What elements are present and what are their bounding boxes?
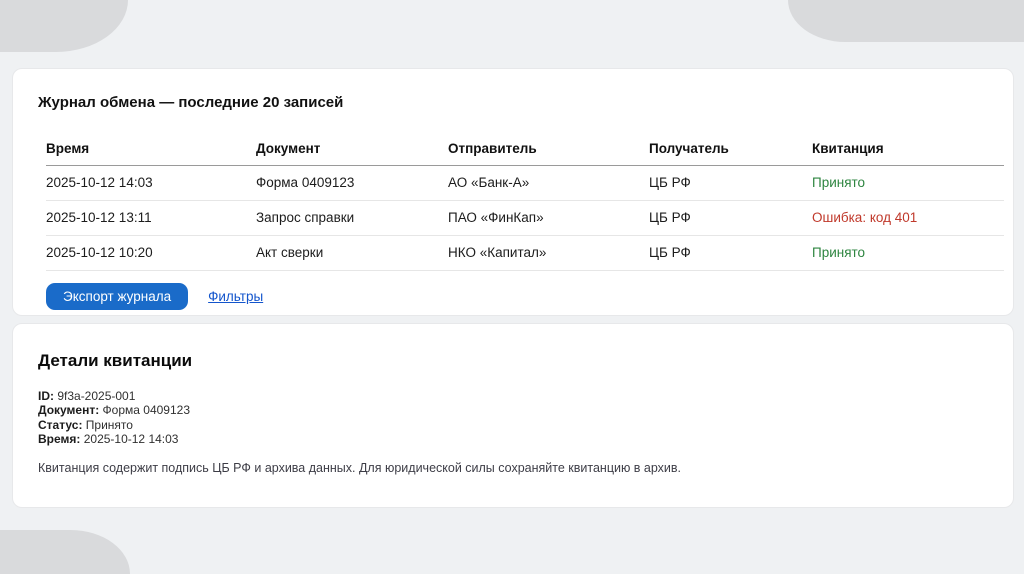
receipt-status-cell: Принято xyxy=(812,165,1004,201)
column-header-3: Отправитель xyxy=(448,133,649,166)
sender-cell: ПАО «ФинКап» xyxy=(448,200,649,236)
time-cell: 2025-10-12 10:20 xyxy=(46,235,256,271)
receipt-fields: ID: 9f3a-2025-001 Документ: Форма 0409123… xyxy=(38,389,993,447)
receiver-cell: ЦБ РФ xyxy=(649,200,812,236)
receipt-field: Время: 2025-10-12 14:03 xyxy=(38,432,179,447)
time-cell: 2025-10-12 13:11 xyxy=(46,200,256,236)
journal-title: Журнал обмена — последние 20 записей xyxy=(38,94,344,111)
receipt-note: Квитанция содержит подпись ЦБ РФ и архив… xyxy=(38,460,682,475)
document-cell: Запрос справки xyxy=(256,200,448,236)
receipt-field: Статус: Принято xyxy=(38,417,133,432)
table-row: 2025-10-12 14:03 Форма 0409123 АО «Банк-А»… xyxy=(46,165,1004,201)
table-header-row: Время Документ Отправитель Получатель Квитан… xyxy=(46,133,1004,166)
receiver-cell: ЦБ РФ xyxy=(649,165,812,201)
decor-blob-bottom-left xyxy=(0,530,130,574)
column-header-5: Квитанция xyxy=(812,133,1004,166)
document-cell: Форма 0409123 xyxy=(256,165,448,201)
table-row: 2025-10-12 10:20 Акт сверки НКО «Капитал» Ц… xyxy=(46,235,1004,271)
sender-cell: НКО «Капитал» xyxy=(448,235,649,271)
export-journal-button[interactable]: Экспорт журнала xyxy=(46,282,189,310)
receipt-details-title: Детали квитанции xyxy=(38,351,193,370)
receipt-status-cell: Ошибка: код 401 xyxy=(812,200,1004,236)
receipt-details-card: Детали квитанции ID: 9f3a-2025-001 Докуме… xyxy=(12,323,1014,508)
table-row: 2025-10-12 13:11 Запрос справки ПАО «ФинКа… xyxy=(46,200,1004,236)
filters-link[interactable]: Фильтры xyxy=(208,289,263,304)
sender-cell: АО «Банк-А» xyxy=(448,165,649,201)
time-cell: 2025-10-12 14:03 xyxy=(46,165,256,201)
exchange-journal-card: Журнал обмена — последние 20 записей Вре… xyxy=(12,68,1014,316)
document-cell: Акт сверки xyxy=(256,235,448,271)
decor-blob-top-left xyxy=(0,0,128,52)
journal-actions: Экспорт журнала Фильтры xyxy=(46,282,993,310)
receiver-cell: ЦБ РФ xyxy=(649,235,812,271)
receipt-field: ID: 9f3a-2025-001 xyxy=(38,389,136,403)
decor-blob-top-right xyxy=(788,0,1024,42)
column-header-1: Время xyxy=(46,133,256,166)
receipt-field: Документ: Форма 0409123 xyxy=(38,403,190,418)
column-header-4: Получатель xyxy=(649,133,812,166)
receipt-status-cell: Принято xyxy=(812,235,1004,271)
column-header-2: Документ xyxy=(256,133,448,166)
journal-table: Время Документ Отправитель Получатель Квитан… xyxy=(46,133,1004,271)
